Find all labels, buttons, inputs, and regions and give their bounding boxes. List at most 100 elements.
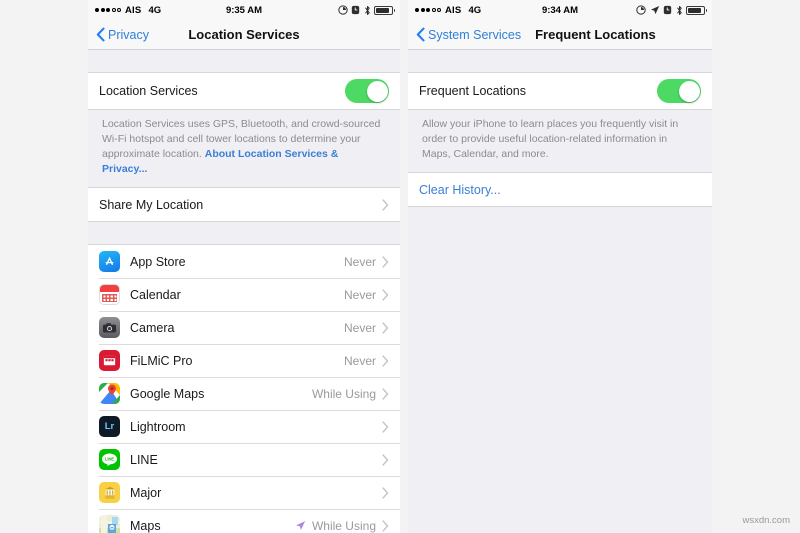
chevron-right-icon bbox=[382, 453, 389, 466]
app-permission-row[interactable]: Maps While Using bbox=[88, 509, 400, 533]
line-icon: LINE bbox=[99, 449, 120, 470]
row-right bbox=[376, 420, 389, 433]
chevron-right-icon bbox=[382, 387, 389, 400]
app-name-label: App Store bbox=[130, 254, 186, 269]
location-services-footnote: Location Services uses GPS, Bluetooth, a… bbox=[88, 110, 400, 187]
chevron-right-icon bbox=[382, 354, 389, 367]
back-button[interactable]: Privacy bbox=[96, 27, 149, 42]
status-bar-left: AIS 4G bbox=[415, 5, 481, 16]
alarm-icon bbox=[663, 5, 672, 15]
app-permission-value: Never bbox=[343, 254, 376, 269]
chevron-left-icon bbox=[96, 27, 105, 42]
left-phone-screen: AIS 4G 9:35 AM Privacy Location Services… bbox=[88, 0, 400, 533]
status-bar-right bbox=[636, 5, 707, 16]
frequent-locations-toggle-group: Frequent Locations bbox=[408, 72, 712, 110]
app-permission-list: App Store Never Calendar Never Camera Never Fi… bbox=[88, 244, 400, 533]
battery-icon bbox=[374, 5, 395, 15]
app-name-label: Camera bbox=[130, 320, 175, 335]
chevron-right-icon bbox=[382, 321, 389, 334]
app-permission-row[interactable]: LINE LINE bbox=[88, 443, 400, 476]
location-arrow-icon bbox=[650, 6, 659, 15]
app-permission-value: While Using bbox=[311, 518, 376, 533]
network-type-label: 4G bbox=[148, 4, 162, 16]
location-services-label: Location Services bbox=[99, 84, 198, 98]
app-permission-value: Never bbox=[343, 353, 376, 368]
right-status-bar: AIS 4G 9:34 AM bbox=[408, 0, 712, 20]
app-permission-row[interactable]: Major bbox=[88, 476, 400, 509]
row-right bbox=[376, 486, 389, 499]
location-services-toggle-group: Location Services bbox=[88, 72, 400, 110]
app-name-label: Maps bbox=[130, 518, 161, 533]
carrier-label: AIS bbox=[125, 4, 142, 16]
chevron-right-icon bbox=[382, 486, 389, 499]
battery-icon bbox=[686, 5, 707, 15]
back-button[interactable]: System Services bbox=[416, 27, 521, 42]
left-status-bar: AIS 4G 9:35 AM bbox=[88, 0, 400, 20]
row-right: Never bbox=[344, 288, 389, 302]
app-permission-row[interactable]: Camera Never bbox=[88, 311, 400, 344]
row-right: While Using bbox=[312, 387, 389, 401]
app-name-label: LINE bbox=[130, 452, 158, 467]
carrier-label: AIS bbox=[445, 4, 462, 16]
row-right bbox=[376, 453, 389, 466]
app-name-label: Major bbox=[130, 485, 162, 500]
lightroom-icon: Lr bbox=[99, 416, 120, 437]
clear-history-group: Clear History... bbox=[408, 172, 712, 207]
chevron-left-icon bbox=[416, 27, 425, 42]
frequent-locations-toggle[interactable] bbox=[657, 79, 701, 103]
right-page-title: Frequent Locations bbox=[535, 27, 656, 42]
watermark: wsxdn.com bbox=[742, 515, 790, 526]
frequent-locations-row[interactable]: Frequent Locations bbox=[408, 73, 712, 109]
row-right bbox=[657, 79, 701, 103]
app-permission-row[interactable]: FiLMiC Pro Never bbox=[88, 344, 400, 377]
filmic-pro-icon bbox=[99, 350, 120, 371]
toggle-knob bbox=[678, 80, 700, 102]
signal-strength-icon bbox=[95, 8, 121, 12]
share-my-location-row[interactable]: Share My Location bbox=[88, 188, 400, 221]
frequent-locations-label: Frequent Locations bbox=[419, 84, 527, 98]
right-phone-screen: AIS 4G 9:34 AM System Services Frequent … bbox=[408, 0, 712, 533]
calendar-icon bbox=[99, 284, 120, 305]
app-permission-row[interactable]: Google Maps While Using bbox=[88, 377, 400, 410]
share-my-location-label: Share My Location bbox=[99, 197, 204, 212]
row-right bbox=[382, 198, 389, 211]
chevron-right-icon bbox=[382, 198, 389, 211]
screenshot-canvas: AIS 4G 9:35 AM Privacy Location Services… bbox=[0, 0, 800, 533]
rotation-lock-icon bbox=[636, 5, 646, 15]
row-right bbox=[345, 79, 389, 103]
major-icon bbox=[99, 482, 120, 503]
status-bar-left: AIS 4G bbox=[95, 5, 161, 16]
app-name-label: Calendar bbox=[130, 287, 181, 302]
app-permission-value: Never bbox=[343, 287, 376, 302]
bluetooth-icon bbox=[676, 5, 682, 15]
app-permission-row[interactable]: Lr Lightroom bbox=[88, 410, 400, 443]
app-permission-row[interactable]: Calendar Never bbox=[88, 278, 400, 311]
chevron-right-icon bbox=[382, 420, 389, 433]
signal-strength-icon bbox=[415, 8, 441, 12]
location-services-row[interactable]: Location Services bbox=[88, 73, 400, 109]
google-maps-icon bbox=[99, 383, 120, 404]
app-name-label: Google Maps bbox=[130, 386, 205, 401]
row-right: Never bbox=[344, 321, 389, 335]
svg-text:LINE: LINE bbox=[105, 456, 115, 461]
app-name-label: FiLMiC Pro bbox=[130, 353, 193, 368]
location-arrow-icon bbox=[296, 521, 306, 530]
alarm-icon bbox=[351, 5, 360, 15]
app-permission-row[interactable]: App Store Never bbox=[88, 245, 400, 278]
frequent-locations-footnote: Allow your iPhone to learn places you fr… bbox=[422, 118, 679, 160]
location-services-toggle[interactable] bbox=[345, 79, 389, 103]
row-right: Never bbox=[344, 354, 389, 368]
rotation-lock-icon bbox=[337, 5, 348, 15]
app-permission-value: Never bbox=[343, 320, 376, 335]
status-bar-right bbox=[337, 5, 395, 16]
camera-icon bbox=[99, 317, 120, 338]
clear-history-row[interactable]: Clear History... bbox=[408, 173, 712, 206]
back-button-label: Privacy bbox=[108, 27, 149, 42]
chevron-right-icon bbox=[382, 288, 389, 301]
row-right: While Using bbox=[295, 519, 389, 533]
row-right: Never bbox=[344, 255, 389, 269]
toggle-knob bbox=[366, 80, 388, 102]
appstore-icon bbox=[99, 251, 120, 272]
